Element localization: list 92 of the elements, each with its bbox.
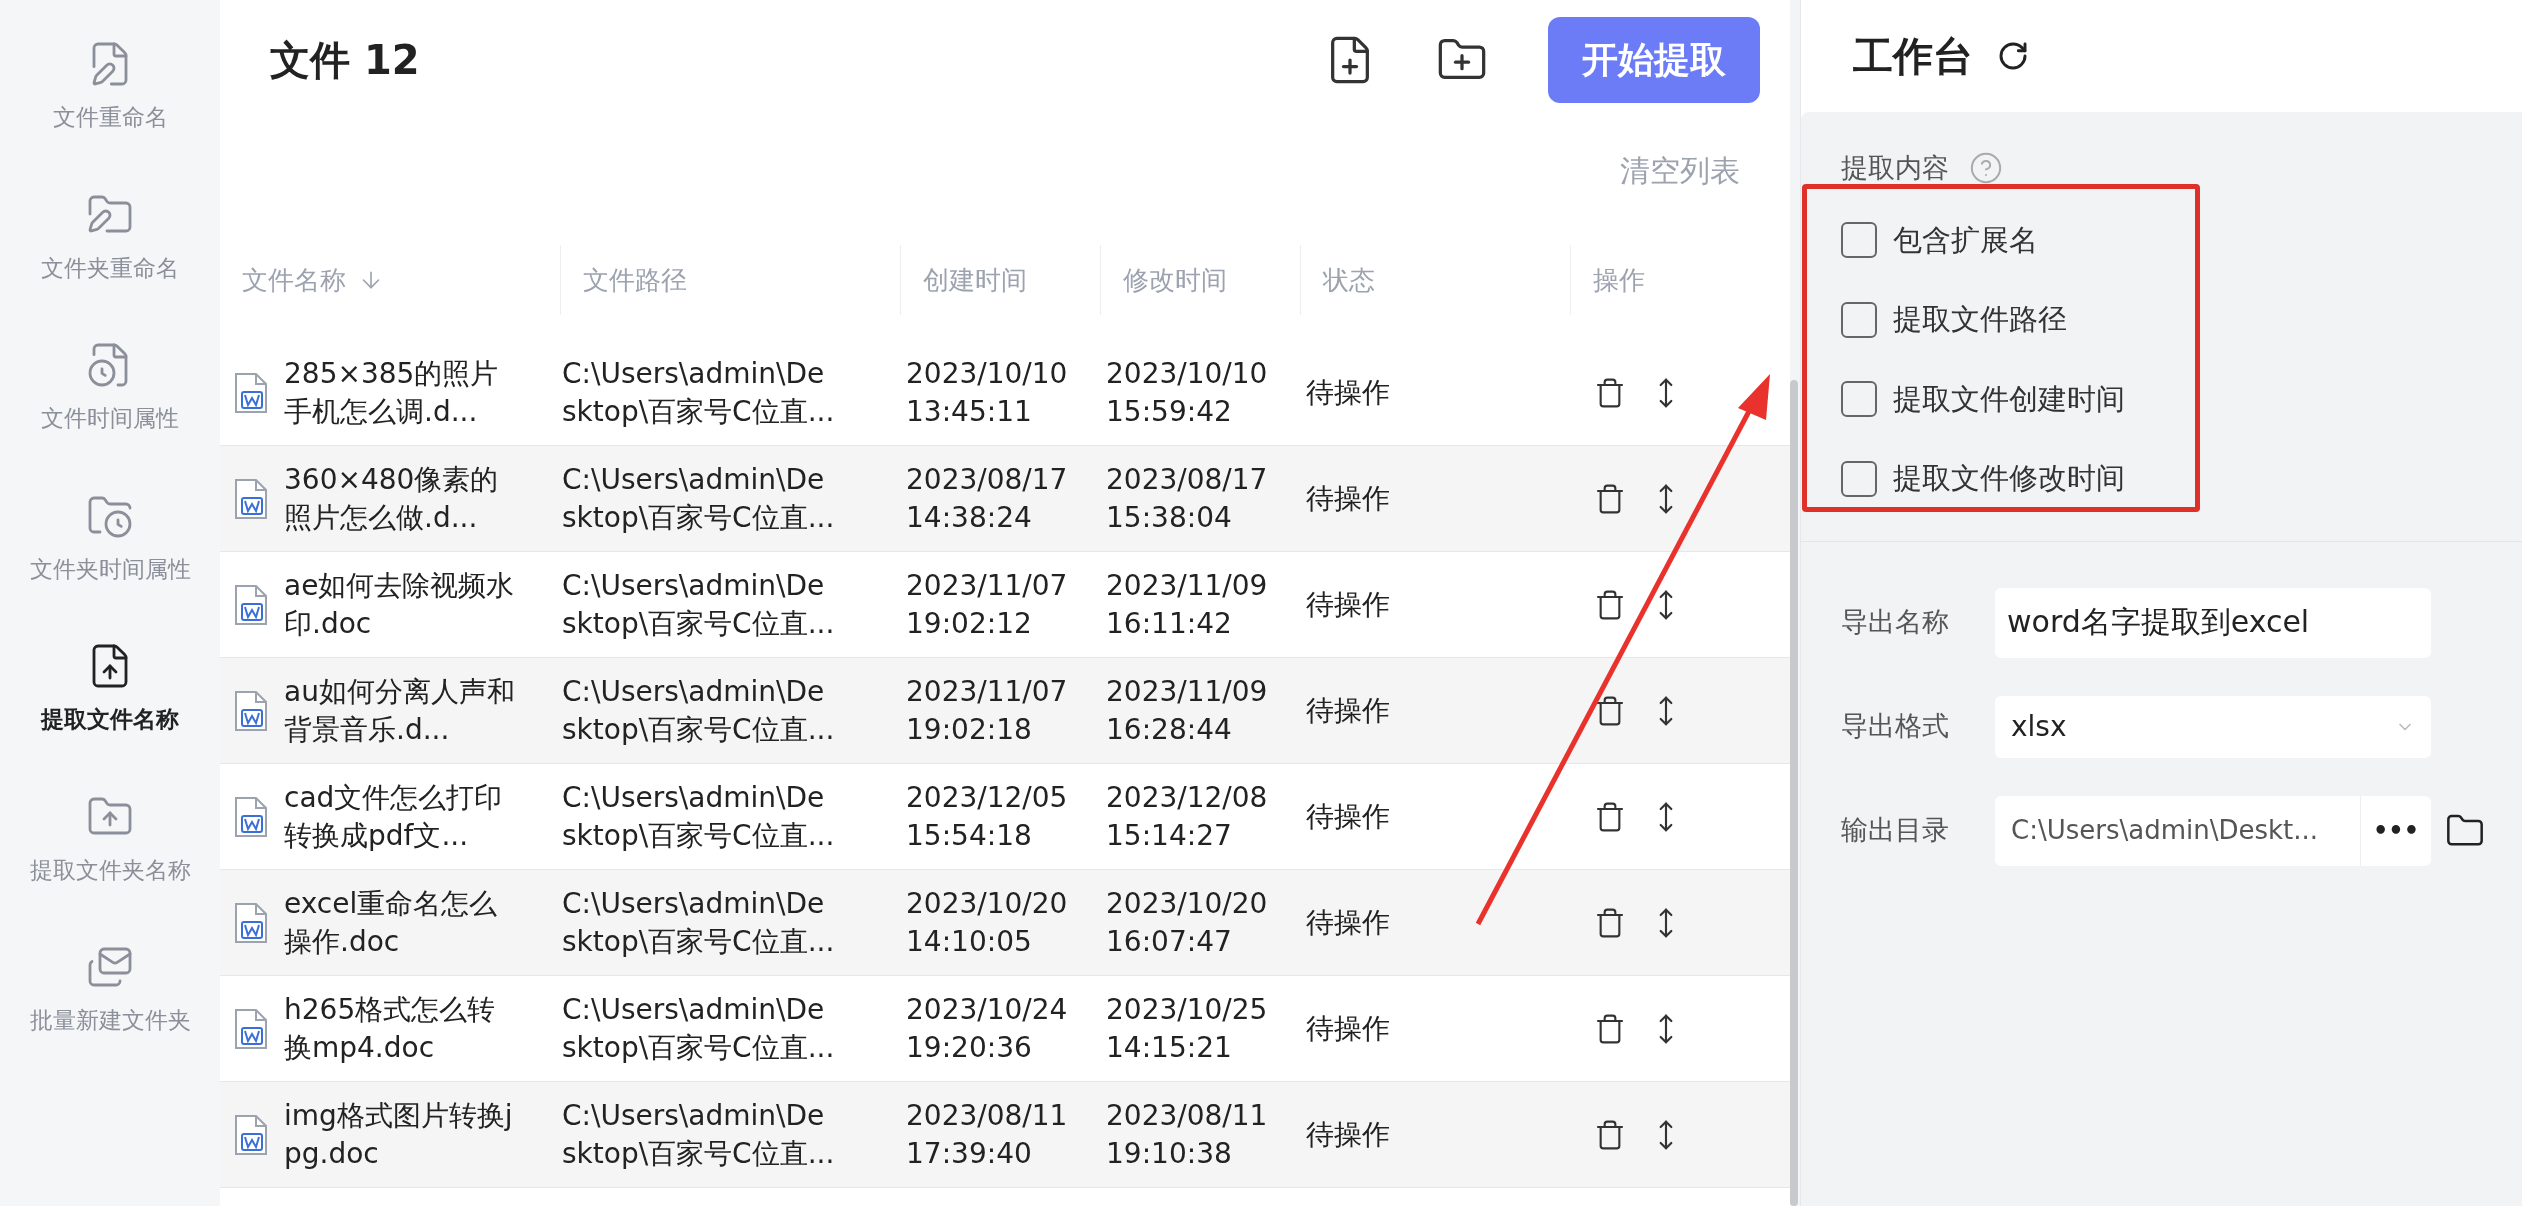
- clear-list-link[interactable]: 清空列表: [1620, 147, 1740, 193]
- browse-more-button[interactable]: •••: [2359, 795, 2431, 866]
- delete-icon[interactable]: [1594, 588, 1626, 621]
- word-document-icon: [234, 901, 268, 944]
- file-name-cell-text: 285×385的照片手机怎么调.d...: [284, 355, 500, 430]
- checkbox[interactable]: [1841, 222, 1877, 259]
- status-cell-text: 待操作: [1305, 1010, 1391, 1047]
- word-document-icon: [234, 371, 268, 414]
- sidebar-item[interactable]: 提取文件名称: [41, 642, 179, 737]
- word-document-icon: [234, 1007, 268, 1050]
- checkbox[interactable]: [1841, 381, 1877, 418]
- delete-icon[interactable]: [1594, 376, 1626, 409]
- status-cell-text: 待操作: [1305, 374, 1391, 411]
- export-name-input[interactable]: word名字提取到excel: [1995, 587, 2431, 658]
- output-dir-field[interactable]: C:\Users\admin\Deskt...: [1995, 811, 2360, 850]
- start-extract-button[interactable]: 开始提取: [1548, 17, 1760, 103]
- sidebar-item[interactable]: 文件重命名: [52, 40, 168, 135]
- created-time-cell-text: 2023/10/24 19:20:36: [905, 991, 1069, 1066]
- column-header: 操作: [1593, 263, 1645, 297]
- checkbox-label: 包含扩展名: [1893, 221, 2038, 259]
- column-header: 修改时间: [1123, 263, 1227, 297]
- file-name-cell-text: cad文件怎么打印转换成pdf文...: [284, 779, 504, 854]
- delete-icon[interactable]: [1594, 800, 1626, 833]
- delete-icon[interactable]: [1594, 906, 1626, 939]
- modified-time-cell-text: 2023/08/11 19:10:38: [1105, 1097, 1269, 1172]
- file-name-cell-text: h265格式怎么转换mp4.doc: [284, 991, 497, 1066]
- word-document-icon: [234, 689, 268, 732]
- file-path-cell-text: C:\Users\admin\De sktop\百家号C位直...: [561, 355, 836, 430]
- file-path-cell-text: C:\Users\admin\De sktop\百家号C位直...: [561, 991, 836, 1066]
- file-name-cell-text: au如何分离人声和背景音乐.d...: [284, 673, 516, 748]
- created-time-cell-text: 2023/10/10 13:45:11: [905, 355, 1069, 430]
- scrollbar-thumb[interactable]: [1790, 380, 1798, 1206]
- word-document-icon: [234, 795, 268, 838]
- status-cell-text: 待操作: [1305, 692, 1391, 729]
- refresh-icon[interactable]: [1997, 40, 2029, 72]
- delete-icon[interactable]: [1594, 482, 1626, 515]
- word-document-icon: [234, 1113, 268, 1156]
- output-dir-label: 输出目录: [1841, 813, 1950, 848]
- file-path-cell-text: C:\Users\admin\De sktop\百家号C位直...: [561, 461, 836, 536]
- created-time-cell-text: 2023/08/17 14:38:24: [905, 461, 1069, 536]
- created-time-cell-text: 2023/11/07 19:02:18: [905, 673, 1069, 748]
- file-path-cell-text: C:\Users\admin\De sktop\百家号C位直...: [561, 567, 836, 642]
- delete-icon[interactable]: [1594, 1118, 1626, 1151]
- export-format-label: 导出格式: [1841, 709, 1950, 744]
- sidebar-item[interactable]: 批量新建文件夹: [29, 943, 191, 1038]
- word-document-icon: [234, 583, 268, 626]
- file-name-cell-text: img格式图片转换jpg.doc: [284, 1097, 514, 1172]
- delete-icon[interactable]: [1594, 694, 1626, 727]
- file-count-title: 文件 12: [270, 36, 420, 85]
- column-header: 状态: [1323, 263, 1375, 297]
- file-name-cell-text: excel重命名怎么操作.doc: [284, 885, 499, 960]
- modified-time-cell-text: 2023/10/20 16:07:47: [1105, 885, 1269, 960]
- status-cell-text: 待操作: [1305, 586, 1391, 623]
- status-cell-text: 待操作: [1305, 798, 1391, 835]
- checkbox-label: 提取文件创建时间: [1893, 380, 2125, 418]
- modified-time-cell-text: 2023/11/09 16:11:42: [1105, 567, 1269, 642]
- modified-time-cell-text: 2023/10/25 14:15:21: [1105, 991, 1269, 1066]
- file-path-cell-text: C:\Users\admin\De sktop\百家号C位直...: [561, 673, 836, 748]
- modified-time-cell-text: 2023/11/09 16:28:44: [1105, 673, 1269, 748]
- modified-time-cell-text: 2023/10/10 15:59:42: [1105, 355, 1269, 430]
- checkbox-label: 提取文件路径: [1893, 301, 2067, 338]
- file-name-cell-text: ae如何去除视频水印.doc: [284, 567, 516, 642]
- section-label: 提取内容: [1841, 151, 1949, 185]
- export-format-select[interactable]: xlsx: [1995, 695, 2431, 758]
- delete-icon[interactable]: [1594, 1012, 1626, 1045]
- created-time-cell-text: 2023/08/11 17:39:40: [905, 1097, 1069, 1172]
- sidebar-item[interactable]: 文件夹重命名: [41, 190, 179, 285]
- column-header: 创建时间: [923, 263, 1027, 297]
- created-time-cell-text: 2023/10/20 14:10:05: [905, 885, 1069, 960]
- column-header: 文件路径: [583, 263, 687, 297]
- status-cell-text: 待操作: [1305, 904, 1391, 941]
- sidebar-item[interactable]: 提取文件夹名称: [29, 792, 191, 887]
- status-cell-text: 待操作: [1305, 480, 1391, 517]
- help-icon[interactable]: [1969, 151, 2003, 186]
- file-path-cell-text: C:\Users\admin\De sktop\百家号C位直...: [561, 1097, 836, 1172]
- created-time-cell-text: 2023/12/05 15:54:18: [905, 779, 1069, 854]
- file-path-cell-text: C:\Users\admin\De sktop\百家号C位直...: [561, 779, 836, 854]
- word-document-icon: [234, 477, 268, 520]
- modified-time-cell-text: 2023/08/17 15:38:04: [1105, 461, 1269, 536]
- sidebar-item[interactable]: 文件夹时间属性: [29, 491, 191, 586]
- export-name-label: 导出名称: [1841, 605, 1950, 640]
- checkbox[interactable]: [1841, 301, 1877, 338]
- modified-time-cell-text: 2023/12/08 15:14:27: [1105, 779, 1269, 854]
- sidebar-item[interactable]: 文件时间属性: [41, 341, 179, 436]
- file-path-cell-text: C:\Users\admin\De sktop\百家号C位直...: [561, 885, 836, 960]
- status-cell-text: 待操作: [1305, 1116, 1391, 1153]
- created-time-cell-text: 2023/11/07 19:02:12: [905, 567, 1069, 642]
- checkbox-label: 提取文件修改时间: [1893, 460, 2125, 497]
- workbench-title: 工作台: [1853, 32, 1973, 81]
- file-name-cell-text: 360×480像素的照片怎么做.d...: [284, 461, 500, 536]
- checkbox[interactable]: [1841, 460, 1877, 497]
- column-header: 文件名称: [242, 263, 346, 297]
